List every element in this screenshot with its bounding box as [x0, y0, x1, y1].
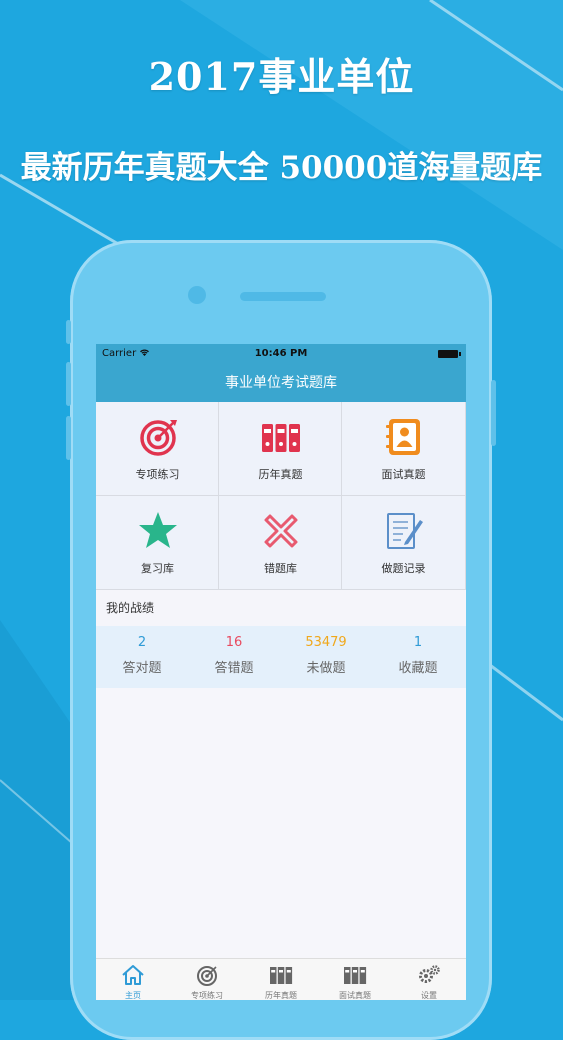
menu-review-bank[interactable]: 复习库: [96, 496, 219, 590]
gear-icon: [419, 965, 440, 983]
contact-book-icon: [386, 419, 420, 455]
menu-interview-exams[interactable]: 面试真题: [342, 402, 466, 496]
binders-icon: [262, 424, 300, 452]
stat-value: 53479: [305, 635, 347, 650]
star-icon: [139, 512, 177, 548]
app-screen: Carrier 10:46 PM 事业单位考试题库 专项练习 历年真题 面试真题…: [96, 344, 466, 1000]
tab-interview-exams[interactable]: 面试真题: [318, 959, 392, 1000]
stat-label: 答对题: [122, 661, 162, 676]
stat-value: 1: [413, 635, 423, 650]
phone-speaker: [240, 292, 326, 301]
stat-value: 2: [137, 635, 147, 650]
record-stats: 2 答对题 16 答错题 53479 未做题 1 收藏题: [96, 626, 466, 688]
menu-label: 错题库: [264, 562, 297, 575]
stat-label: 未做题: [306, 661, 346, 676]
battery-icon: [438, 350, 461, 358]
tab-label: 设置: [421, 991, 437, 1000]
binders-icon: [270, 967, 293, 984]
phone-mute-switch: [66, 320, 71, 344]
phone-camera: [188, 286, 206, 304]
tab-past-exams[interactable]: 历年真题: [244, 959, 318, 1000]
target-icon: [140, 420, 177, 456]
menu-label: 专项练习: [135, 468, 180, 481]
stat-label: 答错题: [214, 661, 254, 676]
tab-label: 主页: [125, 991, 141, 1000]
menu-special-practice[interactable]: 专项练习: [96, 402, 219, 496]
tab-special-practice[interactable]: 专项练习: [170, 959, 244, 1000]
binders-icon: [344, 967, 367, 984]
tab-home[interactable]: 主页: [96, 959, 170, 1000]
menu-past-exams[interactable]: 历年真题: [219, 402, 342, 496]
home-icon: [122, 965, 144, 985]
notepad-pen-icon: [387, 513, 423, 549]
nav-title: 事业单位考试题库: [96, 364, 466, 402]
phone-volume-down: [66, 416, 71, 460]
tab-label: 面试真题: [339, 991, 371, 1000]
cross-icon: [264, 514, 298, 548]
phone-volume-up: [66, 362, 71, 406]
stat-label: 收藏题: [398, 661, 438, 676]
tab-label: 专项练习: [191, 991, 223, 1000]
menu-practice-history[interactable]: 做题记录: [342, 496, 466, 590]
menu-label: 做题记录: [381, 562, 426, 575]
status-time: 10:46 PM: [254, 348, 308, 359]
menu-label: 面试真题: [381, 468, 426, 481]
target-icon: [197, 966, 217, 986]
tab-bar: 主页 专项练习 历年真题 面试真题 设置: [96, 958, 466, 1000]
status-bar: Carrier 10:46 PM: [96, 344, 466, 364]
menu-label: 复习库: [141, 562, 174, 575]
promo-headline: 2017事业单位: [148, 54, 415, 99]
menu-wrong-bank[interactable]: 错题库: [219, 496, 342, 590]
stat-value: 16: [225, 635, 243, 650]
phone-power-button: [491, 380, 496, 446]
record-section-title: 我的战绩: [96, 590, 466, 626]
feature-grid: 专项练习 历年真题 面试真题 复习库 错题库 做题记录: [96, 402, 466, 590]
promo-subheadline: 最新历年真题大全 50000道海量题库: [20, 150, 543, 186]
tab-settings[interactable]: 设置: [392, 959, 466, 1000]
menu-label: 历年真题: [258, 468, 303, 481]
tab-label: 历年真题: [265, 991, 297, 1000]
